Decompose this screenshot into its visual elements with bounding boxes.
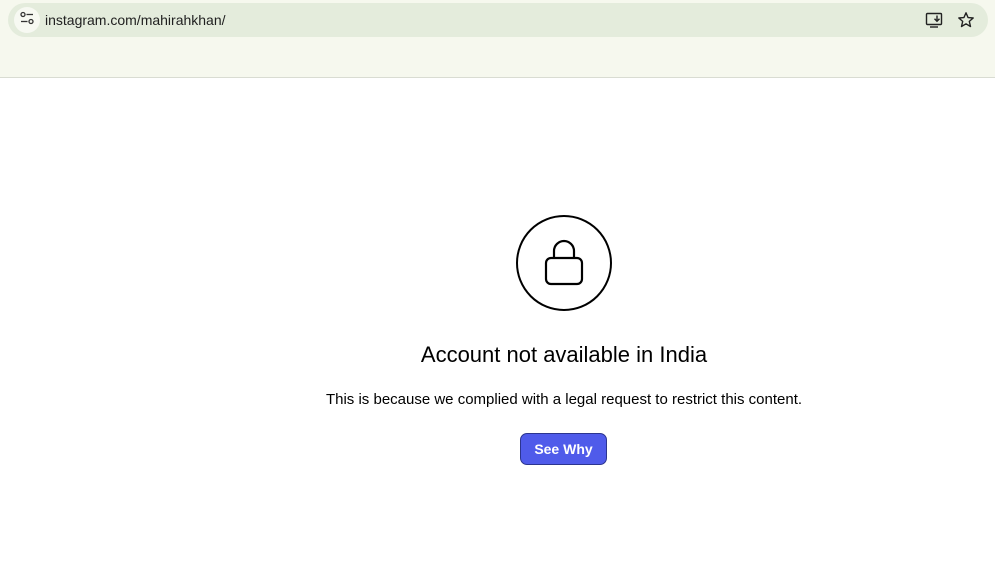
address-bar[interactable]: instagram.com/mahirahkhan/ — [8, 3, 988, 37]
page-content: Account not available in India This is b… — [0, 78, 995, 561]
lock-icon — [542, 235, 586, 292]
install-app-icon[interactable] — [924, 10, 944, 30]
lock-badge — [516, 215, 612, 311]
restriction-message: This is because we complied with a legal… — [325, 391, 803, 408]
bookmark-star-icon[interactable] — [956, 10, 976, 30]
tune-icon — [20, 11, 34, 30]
url-text[interactable]: instagram.com/mahirahkhan/ — [45, 11, 226, 29]
see-why-button[interactable]: See Why — [520, 433, 607, 465]
site-info-button[interactable] — [14, 7, 40, 33]
browser-toolbar: instagram.com/mahirahkhan/ — [0, 0, 995, 78]
page-title: Account not available in India — [420, 342, 708, 367]
